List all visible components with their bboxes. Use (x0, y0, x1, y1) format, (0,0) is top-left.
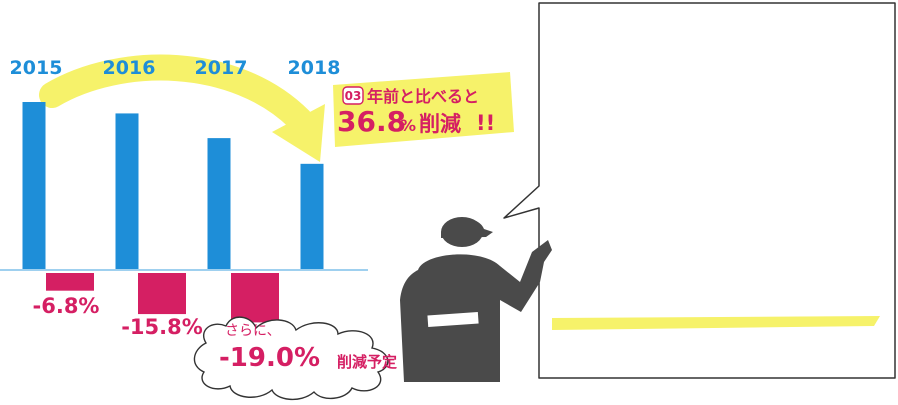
exclaim-mark: !! (476, 111, 495, 135)
note-further: さらに、 (225, 323, 281, 339)
chart-canvas: 2015 2016 2017 2018 -6.8% -15.8% さらに、 -1… (0, 2, 896, 400)
change-bar-2016 (46, 273, 94, 291)
change-label-2017: -15.8% (121, 315, 203, 339)
reduction-word: 削減 (419, 112, 461, 136)
presenter-figure-icon (400, 217, 552, 382)
year-label-2016: 2016 (103, 57, 156, 79)
year-label-2015: 2015 (10, 57, 63, 79)
year-label-2017: 2017 (195, 57, 248, 79)
change-bar-2018 (231, 273, 279, 323)
bar-2015 (22, 102, 46, 270)
change-label-2016: -6.8% (33, 294, 100, 318)
change-label-2018: -19.0% (219, 343, 320, 373)
bar-2018 (300, 163, 324, 270)
curved-arrow-icon (39, 54, 325, 162)
year-label-2018: 2018 (288, 57, 341, 79)
reduction-banner: 03 年前と比べると 36.8 % 削減 !! (333, 72, 514, 147)
note-reduction-plan: 削減予定 (337, 353, 397, 371)
reduction-total-unit: % (400, 116, 416, 135)
bar-2017 (207, 138, 231, 270)
bar-2016 (115, 113, 139, 270)
compare-text: 年前と比べると (367, 87, 479, 106)
badge-number: 03 (345, 89, 362, 103)
change-bar-2017 (138, 273, 186, 315)
reduction-total: 36.8 (337, 105, 406, 138)
